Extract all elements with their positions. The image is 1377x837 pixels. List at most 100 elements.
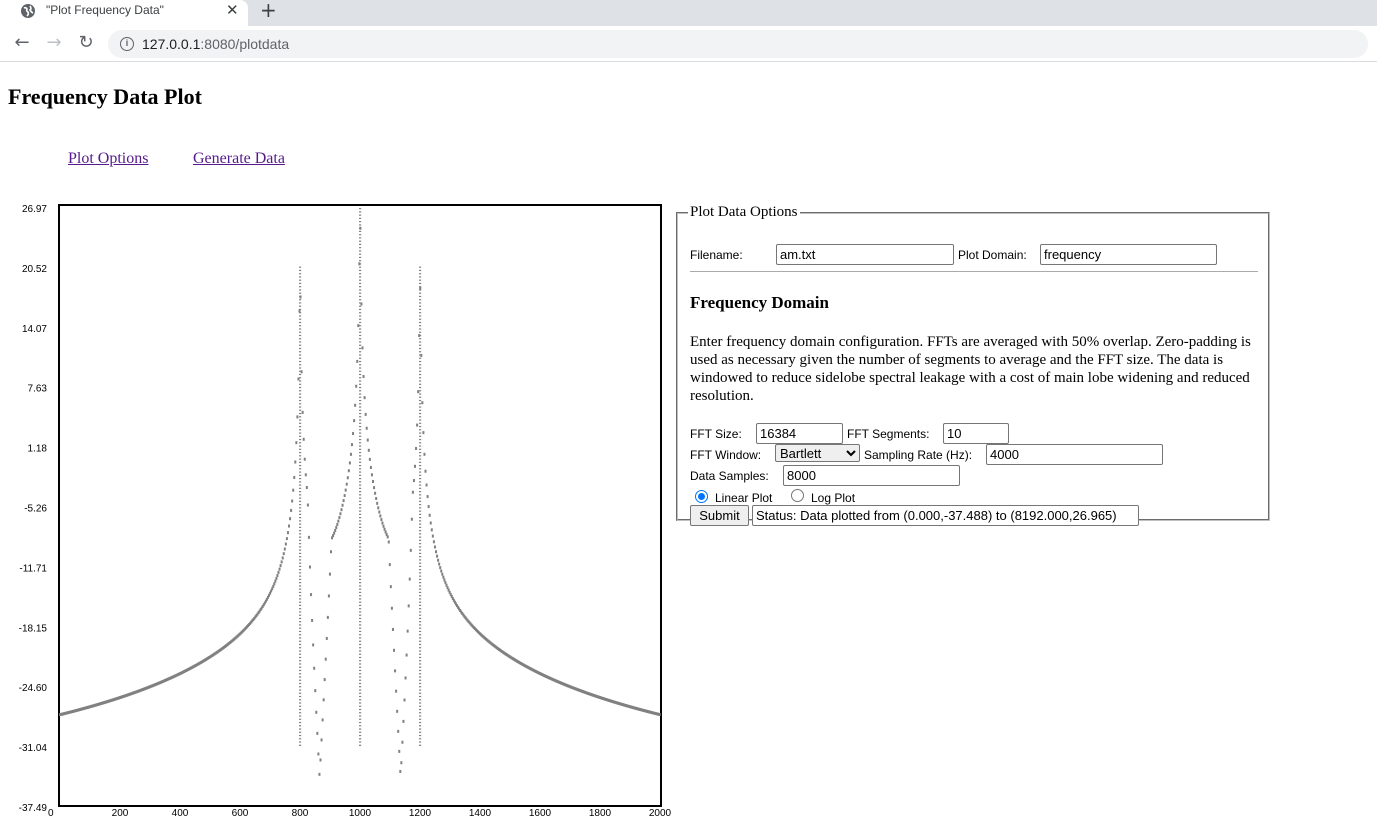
peak-point <box>359 621 362 623</box>
peak-point <box>419 474 422 476</box>
data-point <box>393 648 395 652</box>
peak-point <box>299 679 302 681</box>
filename-input[interactable] <box>776 244 954 265</box>
data-point <box>316 731 319 735</box>
peak-point <box>359 364 362 366</box>
browser-tab[interactable]: "Plot Frequency Data" ✕ <box>0 0 248 26</box>
peak-point <box>299 507 302 509</box>
peak-point <box>359 712 362 714</box>
peak-point <box>299 464 302 467</box>
fft-window-select[interactable]: Bartlett <box>775 444 860 462</box>
peak-point <box>359 338 362 340</box>
peak-point <box>359 513 362 515</box>
data-point <box>340 508 343 512</box>
peak-point <box>419 448 422 450</box>
plot-options-link[interactable]: Plot Options <box>68 150 148 168</box>
linear-plot-radio[interactable] <box>695 490 708 503</box>
peak-point <box>299 715 302 717</box>
y-tick-label: -18.15 <box>19 623 48 634</box>
peak-point <box>359 273 362 275</box>
data-point <box>401 740 404 744</box>
sampling-rate-input[interactable] <box>986 444 1163 465</box>
peak-point <box>419 445 422 447</box>
data-point <box>417 390 420 394</box>
forward-arrow-icon[interactable]: → <box>42 30 66 56</box>
peak-point <box>359 517 362 519</box>
peak-point <box>299 695 302 698</box>
peak-point <box>419 334 422 337</box>
data-point <box>443 578 446 582</box>
peak-point <box>419 682 422 685</box>
peak-point <box>299 338 302 340</box>
peak-point <box>359 477 362 480</box>
back-arrow-icon[interactable]: ← <box>10 30 34 56</box>
data-point <box>370 473 373 477</box>
peak-point <box>299 640 302 642</box>
submit-button[interactable]: Submit <box>690 505 749 526</box>
peak-point <box>419 695 422 698</box>
peak-point <box>299 634 302 636</box>
peak-point <box>359 604 362 607</box>
info-icon[interactable]: i <box>120 37 134 51</box>
peak-point <box>359 282 362 285</box>
peak-point <box>299 598 302 600</box>
fft-size-input[interactable] <box>756 423 843 444</box>
data-point <box>314 689 317 693</box>
peak-point <box>359 611 362 613</box>
peak-point <box>419 520 422 522</box>
plot-domain-input[interactable] <box>1040 244 1217 265</box>
data-point <box>362 375 365 379</box>
peak-point <box>299 471 302 473</box>
data-point <box>285 537 288 541</box>
peak-point <box>299 442 302 444</box>
data-point <box>334 528 337 532</box>
peak-point <box>359 539 362 541</box>
data-samples-input[interactable] <box>783 465 960 486</box>
peak-point <box>299 572 302 574</box>
panel-legend: Plot Data Options <box>690 204 798 220</box>
data-point <box>364 412 367 416</box>
peak-point <box>359 656 362 659</box>
peak-point <box>359 315 362 317</box>
peak-point <box>419 630 422 633</box>
reload-icon[interactable]: ↻ <box>74 30 98 56</box>
peak-point <box>419 533 422 535</box>
peak-point <box>299 666 302 668</box>
close-tab-icon[interactable]: ✕ <box>226 1 239 19</box>
peak-point <box>419 338 422 340</box>
peak-point <box>419 731 422 733</box>
peak-point <box>419 705 422 707</box>
data-point <box>388 563 391 567</box>
peak-point <box>419 494 422 496</box>
peak-point <box>359 562 362 564</box>
generate-data-link[interactable]: Generate Data <box>193 150 285 168</box>
data-point <box>284 542 287 546</box>
data-point <box>427 505 430 509</box>
peak-point <box>359 370 362 372</box>
peak-point <box>359 686 362 688</box>
peak-point <box>299 289 302 291</box>
data-point <box>341 503 344 507</box>
peak-point <box>299 451 302 454</box>
peak-point <box>359 406 362 408</box>
data-point <box>327 594 330 598</box>
peak-point <box>419 422 422 424</box>
linear-plot-label: Linear Plot <box>715 491 773 505</box>
log-plot-radio[interactable] <box>791 489 804 502</box>
peak-point <box>299 614 302 616</box>
data-point <box>305 485 308 489</box>
fft-window-label: FFT Window: <box>690 448 762 462</box>
data-point <box>430 528 433 532</box>
fft-segments-input[interactable] <box>943 423 1009 444</box>
peak-point <box>419 435 422 437</box>
peak-point <box>359 572 362 574</box>
peak-point <box>299 510 302 512</box>
address-bar[interactable]: i 127.0.0.1:8080/plotdata <box>108 30 1368 58</box>
new-tab-button[interactable]: + <box>260 0 277 22</box>
data-point <box>311 618 314 622</box>
peak-point <box>299 341 302 343</box>
peak-point <box>419 738 422 740</box>
peak-point <box>359 461 362 463</box>
peak-point <box>359 403 362 405</box>
peak-point <box>419 604 422 607</box>
